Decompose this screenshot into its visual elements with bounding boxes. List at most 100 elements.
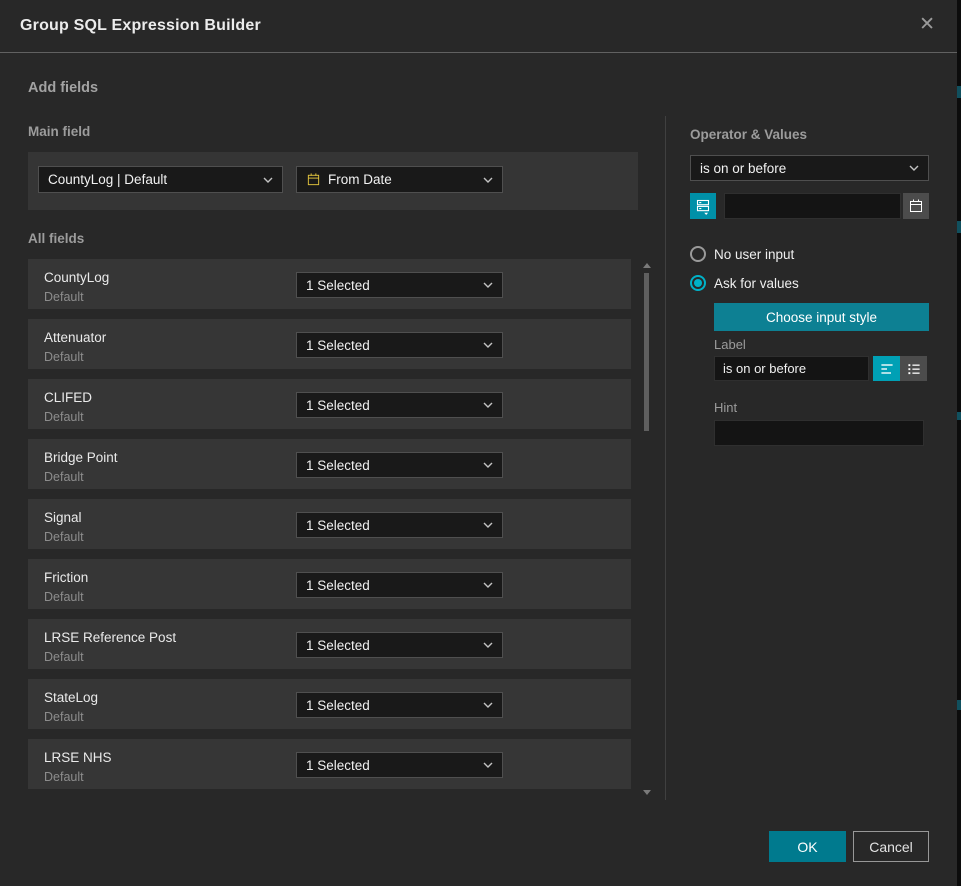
- field-selection-dropdown[interactable]: 1 Selected: [296, 452, 503, 478]
- bulleted-list-icon: [905, 361, 923, 377]
- field-selection-value: 1 Selected: [306, 458, 370, 473]
- field-row: Bridge Point Default 1 Selected: [28, 439, 631, 489]
- cancel-button[interactable]: Cancel: [853, 831, 929, 862]
- chevron-down-icon: [909, 165, 919, 171]
- radio-ask-for-values-label[interactable]: Ask for values: [714, 276, 799, 291]
- field-selection-dropdown[interactable]: 1 Selected: [296, 752, 503, 778]
- dialog-title: Group SQL Expression Builder: [20, 0, 261, 52]
- field-selection-dropdown[interactable]: 1 Selected: [296, 512, 503, 538]
- value-date-input[interactable]: [724, 193, 901, 219]
- field-row: Friction Default 1 Selected: [28, 559, 631, 609]
- chevron-down-icon: [263, 177, 273, 183]
- operator-select-value: is on or before: [700, 161, 786, 176]
- radio-ask-for-values[interactable]: [690, 275, 706, 291]
- field-selection-dropdown[interactable]: 1 Selected: [296, 272, 503, 298]
- field-name: LRSE Reference Post: [44, 630, 176, 645]
- app-backdrop-fragment: [957, 86, 961, 98]
- operator-select[interactable]: is on or before: [690, 155, 929, 181]
- field-selection-value: 1 Selected: [306, 278, 370, 293]
- field-sublabel: Default: [44, 710, 84, 724]
- list-style-button[interactable]: [900, 356, 927, 381]
- field-selection-value: 1 Selected: [306, 638, 370, 653]
- field-sublabel: Default: [44, 770, 84, 784]
- field-selection-value: 1 Selected: [306, 398, 370, 413]
- field-name: Signal: [44, 510, 82, 525]
- field-selection-value: 1 Selected: [306, 698, 370, 713]
- field-name: Attenuator: [44, 330, 106, 345]
- operator-values-heading: Operator & Values: [690, 127, 807, 142]
- field-selection-dropdown[interactable]: 1 Selected: [296, 392, 503, 418]
- scrollbar-down-arrow[interactable]: [643, 790, 651, 795]
- value-input-type-button[interactable]: [690, 193, 716, 219]
- app-backdrop-fragment: [957, 412, 961, 420]
- field-selection-value: 1 Selected: [306, 758, 370, 773]
- chevron-down-icon: [483, 702, 493, 708]
- field-row: Signal Default 1 Selected: [28, 499, 631, 549]
- close-icon[interactable]: ✕: [919, 14, 935, 36]
- field-selection-dropdown[interactable]: 1 Selected: [296, 692, 503, 718]
- field-row: StateLog Default 1 Selected: [28, 679, 631, 729]
- chevron-down-icon: [483, 462, 493, 468]
- field-sublabel: Default: [44, 470, 84, 484]
- field-name: Bridge Point: [44, 450, 118, 465]
- chevron-down-icon: [483, 762, 493, 768]
- field-name: CLIFED: [44, 390, 92, 405]
- panel-divider: [665, 116, 666, 800]
- field-name: Friction: [44, 570, 88, 585]
- field-row: LRSE Reference Post Default 1 Selected: [28, 619, 631, 669]
- app-backdrop-fragment: [957, 700, 961, 710]
- main-field-select-value: From Date: [328, 172, 392, 187]
- chevron-down-icon: [483, 342, 493, 348]
- add-fields-heading: Add fields: [28, 80, 98, 96]
- hint-caption: Hint: [714, 400, 737, 415]
- field-sublabel: Default: [44, 290, 84, 304]
- calendar-icon: [306, 172, 321, 187]
- field-name: CountyLog: [44, 270, 109, 285]
- radio-no-user-input[interactable]: [690, 246, 706, 262]
- layer-select[interactable]: CountyLog | Default: [38, 166, 283, 193]
- group-sql-expression-builder-dialog: Group SQL Expression Builder ✕ Add field…: [0, 0, 961, 886]
- label-input[interactable]: [714, 356, 869, 381]
- field-selection-dropdown[interactable]: 1 Selected: [296, 632, 503, 658]
- hint-input[interactable]: [714, 420, 924, 446]
- scrollbar-thumb[interactable]: [644, 273, 649, 431]
- ok-button[interactable]: OK: [769, 831, 846, 862]
- main-field-heading: Main field: [28, 124, 90, 139]
- field-row: CountyLog Default 1 Selected: [28, 259, 631, 309]
- app-backdrop-fragment: [957, 221, 961, 233]
- field-row: CLIFED Default 1 Selected: [28, 379, 631, 429]
- chevron-down-icon: [483, 522, 493, 528]
- field-selection-dropdown[interactable]: 1 Selected: [296, 572, 503, 598]
- app-backdrop-edge: [957, 0, 961, 886]
- chevron-down-icon: [483, 582, 493, 588]
- all-fields-list: CountyLog Default 1 Selected Attenuator …: [28, 259, 631, 799]
- field-sublabel: Default: [44, 350, 84, 364]
- value-stack-icon: [692, 195, 714, 217]
- field-row: LRSE NHS Default 1 Selected: [28, 739, 631, 789]
- all-fields-heading: All fields: [28, 231, 84, 246]
- field-sublabel: Default: [44, 410, 84, 424]
- date-picker-button[interactable]: [903, 193, 929, 219]
- calendar-icon: [908, 198, 924, 214]
- main-field-select[interactable]: From Date: [296, 166, 503, 193]
- dialog-header: Group SQL Expression Builder ✕: [0, 0, 957, 53]
- field-selection-value: 1 Selected: [306, 518, 370, 533]
- main-field-panel: CountyLog | Default From Date: [28, 152, 638, 210]
- field-sublabel: Default: [44, 650, 84, 664]
- chevron-down-icon: [483, 402, 493, 408]
- layer-select-value: CountyLog | Default: [48, 172, 167, 187]
- chevron-down-icon: [483, 282, 493, 288]
- field-row: Attenuator Default 1 Selected: [28, 319, 631, 369]
- field-sublabel: Default: [44, 530, 84, 544]
- field-name: LRSE NHS: [44, 750, 112, 765]
- field-selection-value: 1 Selected: [306, 338, 370, 353]
- single-line-style-button[interactable]: [873, 356, 900, 381]
- scrollbar-up-arrow[interactable]: [643, 263, 651, 268]
- choose-input-style-button[interactable]: Choose input style: [714, 303, 929, 331]
- field-selection-value: 1 Selected: [306, 578, 370, 593]
- align-left-icon: [878, 361, 896, 377]
- field-selection-dropdown[interactable]: 1 Selected: [296, 332, 503, 358]
- chevron-down-icon: [483, 177, 493, 183]
- radio-no-user-input-label[interactable]: No user input: [714, 247, 794, 262]
- chevron-down-icon: [483, 642, 493, 648]
